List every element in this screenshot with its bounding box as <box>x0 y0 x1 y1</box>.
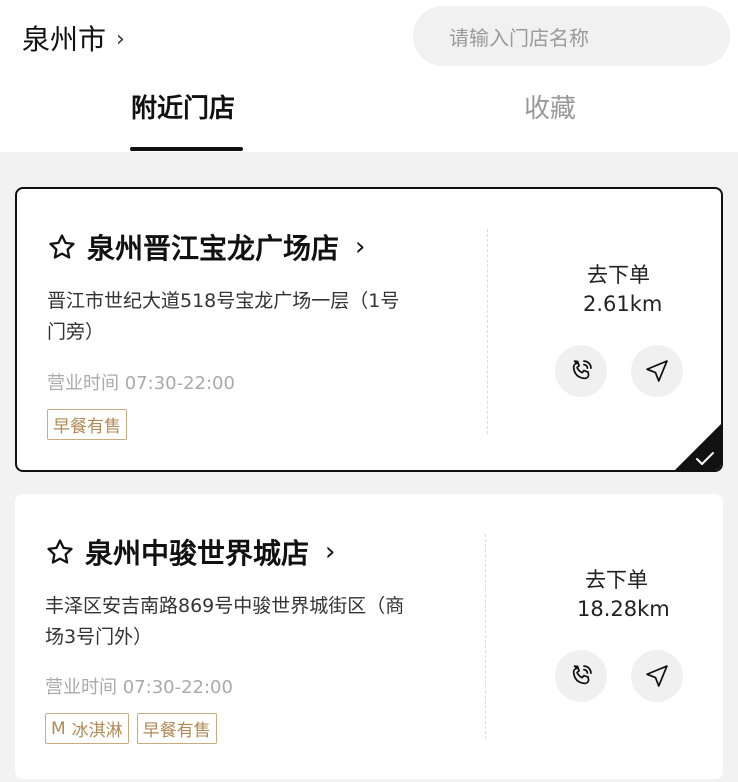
tab-nearby-stores[interactable]: 附近门店 <box>131 88 235 125</box>
navigate-button[interactable] <box>631 650 683 702</box>
star-outline-icon[interactable] <box>45 537 75 567</box>
call-button[interactable] <box>555 345 607 397</box>
tag-breakfast: 早餐有售 <box>136 713 217 744</box>
store-distance: 18.28km <box>577 597 670 621</box>
navigate-arrow-icon <box>646 665 668 687</box>
store-title-row[interactable]: 泉州晋江宝龙广场店 › <box>47 227 365 267</box>
store-title-row[interactable]: 泉州中骏世界城店 › <box>45 532 335 572</box>
store-search-input[interactable]: 请输入门店名称 <box>413 6 730 66</box>
tag-ice-cream: Ⅿ 冰淇淋 <box>45 713 129 744</box>
city-selector[interactable]: 泉州市 › <box>22 18 125 58</box>
store-distance: 2.61km <box>583 292 663 316</box>
go-order-label[interactable]: 去下单 <box>585 564 648 594</box>
store-tags: Ⅿ 冰淇淋 早餐有售 <box>45 713 217 744</box>
store-hours: 营业时间 07:30-22:00 <box>47 373 235 394</box>
vertical-divider <box>485 534 486 739</box>
header: 泉州市 › 请输入门店名称 附近门店 收藏 <box>0 0 738 152</box>
phone-icon <box>572 360 592 380</box>
store-card[interactable]: 泉州晋江宝龙广场店 › 晋江市世纪大道518号宝龙广场一层（1号门旁） 营业时间… <box>15 187 723 472</box>
call-button[interactable] <box>555 650 607 702</box>
vertical-divider <box>487 229 488 434</box>
star-outline-icon[interactable] <box>47 232 77 262</box>
navigate-arrow-icon <box>646 360 668 382</box>
chevron-right-icon: › <box>325 537 336 567</box>
chevron-right-icon: › <box>355 232 366 262</box>
tab-favorites[interactable]: 收藏 <box>524 88 576 125</box>
store-address: 晋江市世纪大道518号宝龙广场一层（1号门旁） <box>47 290 400 343</box>
city-name: 泉州市 <box>22 23 107 56</box>
search-placeholder: 请输入门店名称 <box>449 25 589 50</box>
store-name: 泉州中骏世界城店 <box>85 537 310 570</box>
navigate-button[interactable] <box>631 345 683 397</box>
store-name: 泉州晋江宝龙广场店 <box>87 232 340 265</box>
store-tags: 早餐有售 <box>47 409 127 440</box>
store-hours: 营业时间 07:30-22:00 <box>45 677 233 698</box>
chevron-right-icon: › <box>116 26 125 52</box>
active-tab-indicator <box>130 147 243 151</box>
go-order-label[interactable]: 去下单 <box>587 259 650 289</box>
mcdonalds-m-icon: Ⅿ <box>51 718 66 739</box>
store-address: 丰泽区安吉南路869号中骏世界城街区（商场3号门外） <box>45 595 405 648</box>
store-card[interactable]: 泉州中骏世界城店 › 丰泽区安吉南路869号中骏世界城街区（商场3号门外） 营业… <box>15 494 723 779</box>
phone-icon <box>572 665 592 685</box>
tag-label: 冰淇淋 <box>71 721 123 741</box>
tag-breakfast: 早餐有售 <box>47 409 127 440</box>
selected-corner-check-icon <box>675 424 721 470</box>
